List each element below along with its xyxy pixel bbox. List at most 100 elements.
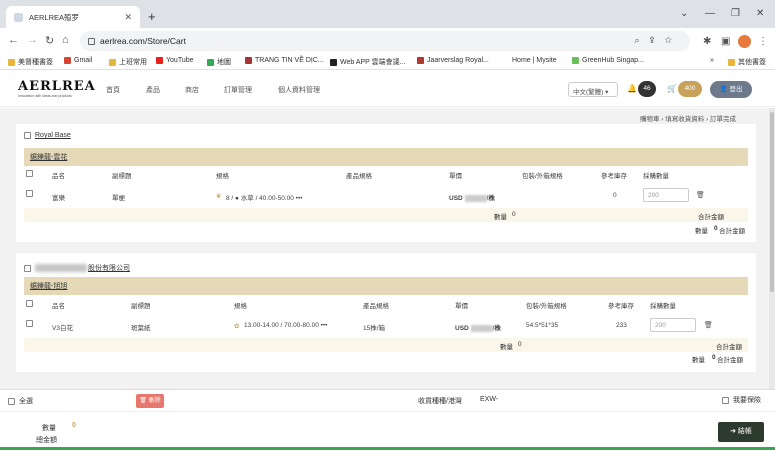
bookmark-item[interactable]: Web APP 雲端會議... [330,57,406,67]
group-name[interactable]: 鋸鑠龍-旭旭 [30,283,67,290]
select-all[interactable]: 全選 [8,396,33,406]
nav-home[interactable]: 首頁 [106,85,120,95]
row-checkbox[interactable] [26,190,33,197]
nav-orders[interactable]: 訂單管理 [224,85,252,95]
supplier-checkbox[interactable] [24,132,31,139]
omnibox-actions-icon[interactable]: ⌕⇪☆ [635,35,682,46]
bookmark-item[interactable]: TRANG TIN VỀ DỊC... [245,57,324,64]
url-input[interactable]: aerlrea.com/Store/Cart ⌕⇪☆ [80,31,690,51]
browser-tab[interactable]: AERLREA殖罗 ✕ [6,6,140,28]
item-stock: 233 [616,322,627,329]
group-name[interactable]: 鋸鑠龍-雲花 [30,154,67,161]
notification-badge[interactable]: 46 [638,81,656,97]
bottom-action-bar: 全選 🗑 刪除 收貨種種/港灣 EXW- 我要保險 [0,389,775,411]
col-header: 產品規格 [346,173,372,180]
header-checkbox[interactable] [26,300,33,307]
item-spec[interactable]: 8 / ● 水草 / 40.00-50.00 ••• [226,192,303,202]
reload-icon[interactable]: ↻ [45,34,54,47]
extensions-icon[interactable]: ✱ [703,36,711,47]
site-header: AERLREA Innovation with ideas and produc… [0,71,775,107]
group-bar: 鋸鑠龍-旭旭 [24,277,748,295]
col-header: 參考庫存 [608,303,634,310]
trash-icon[interactable]: 🗑 [696,191,705,199]
table-header: 品名 副標題 規格 產品規格 單價 包裝/外箱規格 參考庫存 採購數量 [24,170,748,184]
profile-avatar[interactable] [738,35,751,48]
supplier-total-label: 合計金額 [719,228,745,235]
total-qty-value: 0 [72,422,76,429]
spec-icon: ❦ [216,193,222,200]
row-checkbox[interactable] [26,320,33,327]
header-checkbox[interactable] [26,170,33,177]
supplier-checkbox[interactable] [24,264,31,272]
bookmark-item[interactable]: Home | Mysite [512,57,557,64]
bookmark-item[interactable]: 上班常用 [109,57,147,67]
item-price: USD /株 [455,324,501,332]
nav-products[interactable]: 產品 [146,85,160,95]
bookmark-item[interactable]: 地圖 [207,57,231,67]
checkout-footer: 數量 0 總金額 ➜ 結帳 [0,411,775,459]
supplier-header[interactable]: 股份有限公司 [24,263,130,273]
home-icon[interactable]: ⌂ [62,34,69,46]
logout-button[interactable]: 👤 登出 [710,81,752,98]
trade-terms-value[interactable]: EXW- [480,396,498,403]
trash-icon[interactable]: 🗑 [704,321,713,329]
bookmark-item[interactable]: GreenHub Singap... [572,57,644,64]
new-tab-icon[interactable]: + [148,9,156,24]
bell-icon[interactable]: 🔔 [627,84,637,93]
nav-profile[interactable]: 個人資料管理 [278,85,320,95]
menu-icon[interactable]: ⋮ [758,36,768,47]
forward-icon[interactable]: → [27,34,38,46]
supplier-qty-value: 0 [712,354,716,361]
table-row: 富樂 單梗 ❦ 8 / ● 水草 / 40.00-50.00 ••• USD /… [24,186,748,206]
quantity-input[interactable]: 200 [643,188,689,202]
bookmark-item[interactable]: Gmail [64,57,92,64]
back-icon[interactable]: ← [8,34,19,46]
supplier-qty-label: 數量 [692,357,705,364]
sidepanel-icon[interactable]: ▣ [721,36,730,47]
bookmarks-overflow-icon[interactable]: » [710,57,714,64]
table-row: V3白花 斑葉紙 ✿ 13.00-14.00 / 70.00-80.00 •••… [24,316,748,336]
group-qty-value: 0 [518,341,522,348]
group-total-label: 合計金額 [698,214,724,221]
supplier-name[interactable]: 股份有限公司 [88,263,130,273]
bookmark-folder[interactable]: 其他書簽 [728,57,766,67]
bookmark-item[interactable]: YouTube [156,57,194,64]
delete-button[interactable]: 🗑 刪除 [136,394,164,408]
close-tab-icon[interactable]: ✕ [124,12,132,23]
tab-title: AERLREA殖罗 [29,12,80,22]
quantity-input[interactable]: 200 [650,318,696,332]
col-header: 參考庫存 [601,173,627,180]
scrollbar-thumb[interactable] [770,112,774,292]
supplier-total-label: 合計金額 [717,357,743,364]
item-stock: 0 [613,192,617,199]
minimize-icon[interactable]: — [705,8,715,19]
nav-store[interactable]: 商店 [185,85,199,95]
site-logo[interactable]: AERLREA [18,79,96,94]
item-name: 富樂 [52,195,65,202]
item-packing: 54.5*51*35 [526,322,559,329]
insurance-checkbox[interactable] [722,396,729,404]
cart-icon[interactable]: 🛒 [667,84,677,93]
group-qty-label: 數量 [500,344,513,351]
maximize-icon[interactable]: ❐ [731,8,740,19]
bookmark-item[interactable]: 美督種書簽 [8,57,53,67]
item-spec[interactable]: 13.00-14.00 / 70.00-80.00 ••• [244,322,327,329]
chevron-down-icon[interactable]: ⌄ [680,8,688,19]
col-header: 單價 [449,173,462,180]
item-subtitle: 單梗 [112,195,125,202]
total-qty-label: 數量 [42,425,56,432]
select-all-checkbox[interactable] [8,397,15,405]
close-window-icon[interactable]: ✕ [756,8,764,19]
favicon-icon [14,12,23,22]
bookmark-item[interactable]: Jaarverslag Royal... [417,57,489,64]
checkout-button[interactable]: ➜ 結帳 [718,422,764,442]
total-amount-label: 總金額 [36,437,57,444]
insurance-option[interactable]: 我要保險 [722,395,761,405]
logo-tagline: Innovation with ideas and products [18,94,72,98]
cart-badge[interactable]: 400 [678,81,702,97]
supplier-header[interactable]: Royal Base [24,132,71,139]
language-select[interactable]: 中文(繁體) ▾ [568,82,618,97]
group-summary: 數量 0 合計金額 [24,338,748,352]
supplier-qty-value: 0 [714,225,718,232]
supplier-name[interactable]: Royal Base [35,132,71,139]
